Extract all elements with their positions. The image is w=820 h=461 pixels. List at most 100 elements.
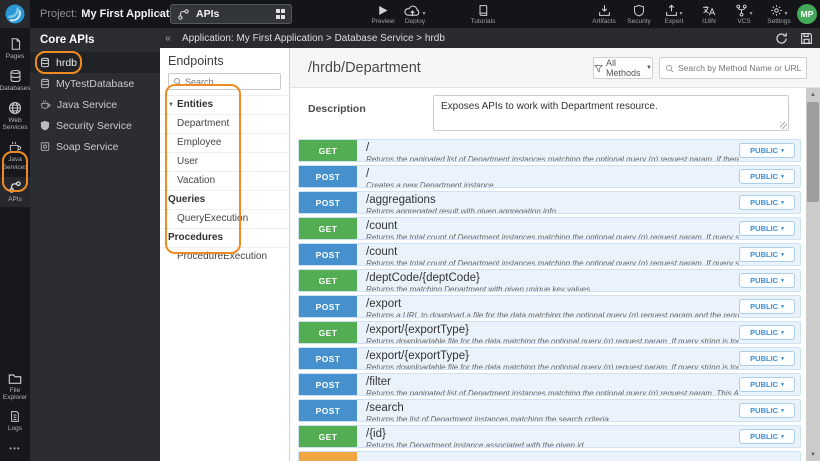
- scroll-up-icon[interactable]: ▲: [806, 88, 820, 101]
- search-icon: [665, 64, 674, 73]
- tree-group-procedures[interactable]: Procedures: [160, 228, 289, 247]
- sidebar-item-java-services[interactable]: Java Services: [0, 137, 30, 175]
- methods-filter-dropdown[interactable]: All Methods ▼: [593, 57, 653, 79]
- deploy-button[interactable]: ▾ Deploy: [402, 3, 428, 25]
- save-icon[interactable]: [800, 32, 813, 45]
- core-api-item-soap-service[interactable]: Soap Service: [30, 136, 160, 157]
- core-api-item-hrdb[interactable]: hrdb: [30, 52, 160, 73]
- core-api-item-mytestdatabase[interactable]: MyTestDatabase: [30, 73, 160, 94]
- breadcrumb-bar: « Application: My First Application > Da…: [160, 28, 820, 48]
- chevron-down-icon: ▾: [784, 11, 788, 17]
- access-dropdown[interactable]: PUBLIC ▾: [739, 247, 795, 262]
- page-icon: [9, 37, 22, 51]
- tree-item-procedureexecution[interactable]: ProcedureExecution: [160, 247, 289, 266]
- settings-button[interactable]: ▾ Settings: [766, 3, 792, 25]
- api-row[interactable]: POST /search Returns the list of Departm…: [298, 399, 801, 422]
- grid-icon[interactable]: [275, 9, 285, 19]
- access-dropdown[interactable]: PUBLIC ▾: [739, 169, 795, 184]
- access-dropdown[interactable]: PUBLIC ▾: [739, 429, 795, 444]
- endpoint-path: /{id}: [366, 428, 386, 440]
- refresh-icon[interactable]: [775, 32, 788, 45]
- api-row[interactable]: POST /aggregations Returns aggregated re…: [298, 191, 801, 214]
- tab-apis[interactable]: APIs: [170, 4, 292, 24]
- branch-icon: [735, 4, 748, 17]
- endpoint-path: /deptCode/{deptCode}: [366, 272, 480, 284]
- api-row[interactable]: GET / Returns the paginated list of Depa…: [298, 139, 801, 162]
- security-button[interactable]: Security: [626, 3, 652, 25]
- tree-item-vacation[interactable]: Vacation: [160, 171, 289, 190]
- method-badge: POST: [299, 166, 357, 187]
- app-logo[interactable]: [0, 0, 30, 28]
- access-dropdown[interactable]: PUBLIC ▾: [739, 195, 795, 210]
- sidebar-item-file-explorer[interactable]: File Explorer: [0, 369, 30, 406]
- scrollbar-thumb[interactable]: [807, 102, 819, 202]
- access-dropdown[interactable]: PUBLIC ▾: [739, 299, 795, 314]
- tree-group-entities[interactable]: ▼ Entities: [160, 95, 289, 114]
- caret-down-icon: ▾: [781, 407, 784, 414]
- resize-grip-icon[interactable]: [780, 122, 787, 129]
- tree-item-user[interactable]: User: [160, 152, 289, 171]
- access-dropdown[interactable]: PUBLIC ▾: [739, 351, 795, 366]
- access-dropdown[interactable]: PUBLIC ▾: [739, 403, 795, 418]
- chevron-down-icon: ▾: [749, 11, 753, 17]
- api-row[interactable]: POST /count Returns the total count of D…: [298, 243, 801, 266]
- api-row[interactable]: POST /export Returns a URL to download a…: [298, 295, 801, 318]
- tutorials-button[interactable]: Tutorials: [470, 3, 496, 25]
- sidebar-item-pages[interactable]: Pages: [0, 34, 30, 64]
- api-row[interactable]: POST / Creates a new Department instance…: [298, 165, 801, 188]
- description-textarea[interactable]: Exposes APIs to work with Department res…: [433, 95, 789, 131]
- tree-item-queryexecution[interactable]: QueryExecution: [160, 209, 289, 228]
- sidebar-item-databases[interactable]: Databases: [0, 66, 31, 96]
- scroll-down-icon[interactable]: ▼: [806, 448, 820, 461]
- api-row[interactable]: POST /export/{exportType} Returns downlo…: [298, 347, 801, 370]
- cloud-upload-icon: [404, 4, 421, 17]
- access-dropdown[interactable]: PUBLIC ▾: [739, 143, 795, 158]
- api-row[interactable]: GET /count Returns the total count of De…: [298, 217, 801, 240]
- main-header: /hrdb/Department All Methods ▼: [290, 48, 820, 88]
- sidebar-item-web-services[interactable]: Web Services: [0, 98, 30, 136]
- endpoint-description: Returns the paginated list of Department…: [366, 155, 739, 161]
- coffee-icon: [40, 99, 51, 110]
- caret-down-icon: ▾: [781, 329, 784, 336]
- api-row[interactable]: GET /deptCode/{deptCode} Returns the mat…: [298, 269, 801, 292]
- access-dropdown[interactable]: PUBLIC ▾: [739, 377, 795, 392]
- database-icon: [40, 57, 50, 68]
- caret-down-icon: ▼: [646, 65, 652, 71]
- vcs-button[interactable]: ▾ VCS: [731, 3, 757, 25]
- core-api-item-security-service[interactable]: Security Service: [30, 115, 160, 136]
- access-dropdown[interactable]: PUBLIC ▾: [739, 221, 795, 236]
- api-row[interactable]: POST /filter Returns the paginated list …: [298, 373, 801, 396]
- endpoint-description: Returns the total count of Department in…: [366, 259, 739, 265]
- tree-group-queries[interactable]: Queries: [160, 190, 289, 209]
- access-dropdown[interactable]: PUBLIC ▾: [739, 273, 795, 288]
- api-row-partial[interactable]: [298, 451, 801, 461]
- endpoints-search-input[interactable]: [185, 76, 276, 87]
- method-search-input[interactable]: [678, 63, 801, 73]
- caret-down-icon: ▾: [781, 355, 784, 362]
- core-api-item-java-service[interactable]: Java Service: [30, 94, 160, 115]
- tree-item-department[interactable]: Department: [160, 114, 289, 133]
- collapse-panel-button[interactable]: «: [160, 33, 176, 44]
- caret-down-icon: ▾: [781, 433, 784, 440]
- access-dropdown[interactable]: PUBLIC ▾: [739, 325, 795, 340]
- api-row[interactable]: GET /export/{exportType} Returns downloa…: [298, 321, 801, 344]
- sidebar-item-logs[interactable]: Logs: [0, 407, 30, 436]
- endpoints-search[interactable]: [168, 73, 281, 90]
- method-search[interactable]: [659, 57, 807, 79]
- sidebar-item-apis[interactable]: APIs: [0, 176, 30, 207]
- export-button[interactable]: ▾ Export: [661, 3, 687, 25]
- endpoint-path: /filter: [366, 376, 391, 388]
- tree-item-employee[interactable]: Employee: [160, 133, 289, 152]
- search-icon: [173, 77, 182, 86]
- preview-button[interactable]: Preview: [370, 3, 396, 25]
- method-badge: GET: [299, 140, 357, 161]
- vertical-scrollbar[interactable]: ▲ ▼: [806, 88, 820, 461]
- i18n-button[interactable]: I18N: [696, 3, 722, 25]
- endpoint-path: /: [366, 168, 370, 180]
- more-options-icon[interactable]: •••: [9, 438, 20, 461]
- user-avatar[interactable]: MP: [797, 4, 817, 24]
- artifacts-button[interactable]: Artifacts: [591, 3, 617, 25]
- endpoint-path: /count: [366, 246, 398, 258]
- api-row[interactable]: GET /{id} Returns the Department instanc…: [298, 425, 801, 448]
- endpoint-description: Returns the matching Department with giv…: [366, 285, 593, 291]
